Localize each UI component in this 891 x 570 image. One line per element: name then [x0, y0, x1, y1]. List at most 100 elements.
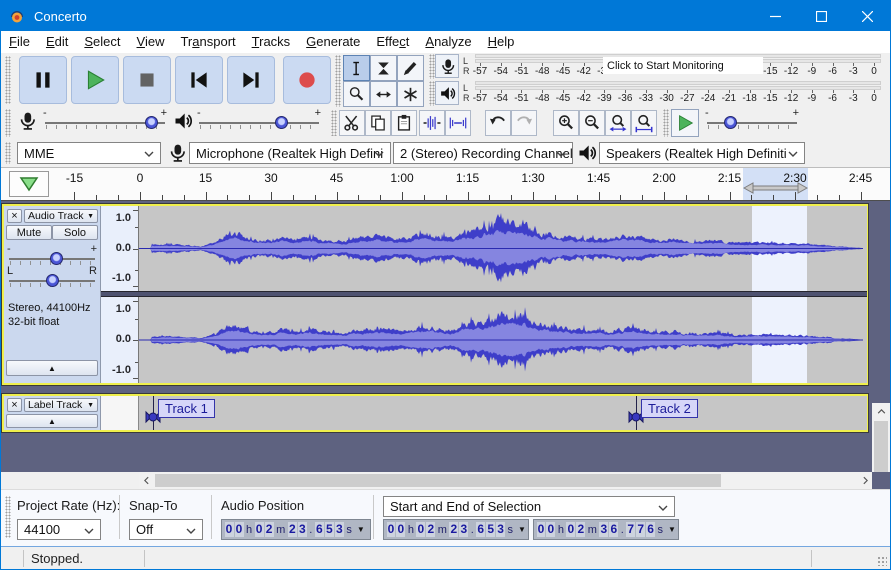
close-track-button[interactable]: ×	[7, 209, 22, 223]
time-separator[interactable]: m	[276, 524, 285, 536]
record-channels-select[interactable]: 2 (Stereo) Recording Channels	[393, 142, 573, 164]
mute-button[interactable]: Mute	[6, 225, 52, 240]
project-rate-select[interactable]: 44100	[17, 519, 101, 540]
record-meter[interactable]: L R -57-54-51-48-45-42-39-36-33-30-27-24…	[435, 53, 887, 79]
gain-slider[interactable]: - +	[7, 243, 97, 268]
time-digit[interactable]: 6	[314, 522, 324, 537]
track-label[interactable]: Track 2	[641, 399, 698, 418]
resize-grip[interactable]	[877, 556, 887, 566]
time-digit[interactable]: 0	[416, 522, 426, 537]
edit-grip[interactable]	[331, 110, 337, 136]
time-digit[interactable]: 0	[546, 522, 556, 537]
undo-button[interactable]	[485, 110, 511, 136]
slider-thumb[interactable]	[274, 116, 288, 129]
envelope-tool-button[interactable]	[370, 55, 397, 81]
time-separator[interactable]: h	[246, 524, 252, 536]
scroll-left-button[interactable]	[139, 472, 153, 489]
menu-item-generate[interactable]: Generate	[298, 31, 368, 53]
solo-button[interactable]: Solo	[52, 225, 98, 240]
slider-track[interactable]	[199, 122, 319, 124]
close-track-button[interactable]: ×	[7, 398, 22, 412]
silence-audio-button[interactable]	[445, 110, 471, 136]
record-volume-slider[interactable]: - +	[43, 107, 167, 132]
slider-track[interactable]	[707, 122, 797, 124]
menu-item-effect[interactable]: Effect	[368, 31, 417, 53]
selection-tool-button[interactable]	[343, 55, 370, 81]
timeline-ruler[interactable]: -15 0 15 30 45 1:00 1:15 1:30 1:45 2:00 2:15 2:30 2:…	[1, 167, 890, 201]
horizontal-scrollbar[interactable]	[139, 472, 872, 489]
monitor-prompt[interactable]: Click to Start Monitoring	[603, 57, 763, 74]
track-label[interactable]: Track 1	[158, 399, 215, 418]
selection-mode-select[interactable]: Start and End of Selection	[383, 496, 675, 517]
fit-selection-button[interactable]	[605, 110, 631, 136]
time-separator[interactable]: m	[438, 524, 447, 536]
time-digit[interactable]: 0	[566, 522, 576, 537]
slider-thumb[interactable]	[46, 274, 59, 287]
fit-project-button[interactable]	[631, 110, 657, 136]
time-separator[interactable]: s	[508, 524, 514, 536]
time-separator[interactable]: .	[471, 524, 474, 536]
copy-button[interactable]	[365, 110, 391, 136]
time-digit[interactable]: 2	[264, 522, 274, 537]
time-digit[interactable]: 3	[459, 522, 469, 537]
time-shift-tool-button[interactable]	[370, 81, 397, 107]
pause-button[interactable]	[19, 56, 67, 104]
time-digit[interactable]: 3	[297, 522, 307, 537]
zoom-out-button[interactable]	[579, 110, 605, 136]
time-digit[interactable]: 7	[626, 522, 636, 537]
scroll-right-button[interactable]	[858, 472, 872, 489]
mixer-grip[interactable]	[5, 109, 11, 137]
time-separator[interactable]: h	[408, 524, 414, 536]
time-digit[interactable]: 6	[476, 522, 486, 537]
time-separator[interactable]: m	[588, 524, 597, 536]
close-button[interactable]	[844, 1, 890, 31]
cut-button[interactable]	[339, 110, 365, 136]
playback-meter[interactable]: L R -57 -54 -51 -48 -45 -42 -39 -36 -33 -30 -27 -24…	[435, 80, 887, 106]
minimize-button[interactable]	[752, 1, 798, 31]
time-digit[interactable]: 2	[449, 522, 459, 537]
menu-item-edit[interactable]: Edit	[38, 31, 76, 53]
snap-to-select[interactable]: Off	[129, 519, 203, 540]
field-dropdown-icon[interactable]: ▼	[668, 525, 676, 534]
selection-drag-handles-icon[interactable]	[743, 181, 808, 195]
menu-item-analyze[interactable]: Analyze	[417, 31, 479, 53]
zoom-tool-button[interactable]	[343, 81, 370, 107]
time-digit[interactable]: 2	[576, 522, 586, 537]
selection-toolbar-grip[interactable]	[5, 496, 11, 538]
time-digit[interactable]: 6	[646, 522, 656, 537]
output-device-select[interactable]: Speakers (Realtek High Definiti	[599, 142, 805, 164]
play-speed-slider[interactable]: - +	[705, 107, 799, 132]
time-separator[interactable]: s	[346, 524, 352, 536]
tools-grip[interactable]	[335, 55, 341, 107]
maximize-button[interactable]	[798, 1, 844, 31]
multi-tool-button[interactable]	[397, 81, 424, 107]
draw-tool-button[interactable]	[397, 55, 424, 81]
timeline-options-button[interactable]	[9, 171, 49, 197]
vertical-ruler-ch2[interactable]: 1.0 0.0 -1.0	[101, 297, 139, 383]
vertical-ruler-ch1[interactable]: 1.0 0.0 -1.0	[101, 206, 139, 291]
field-dropdown-icon[interactable]: ▼	[357, 525, 365, 534]
redo-button[interactable]	[511, 110, 537, 136]
time-separator[interactable]: .	[309, 524, 312, 536]
field-dropdown-icon[interactable]: ▼	[518, 525, 526, 534]
audio-position-field[interactable]: 0 0 h 0 2 m 2 3. 6 5 3 s ▼	[221, 519, 371, 540]
time-separator[interactable]: s	[658, 524, 664, 536]
input-device-select[interactable]: Microphone (Realtek High Defini	[189, 142, 391, 164]
waveform-channel-left[interactable]	[139, 206, 867, 291]
skip-to-end-button[interactable]	[227, 56, 275, 104]
time-digit[interactable]: 3	[496, 522, 506, 537]
menu-item-transport[interactable]: Transport	[172, 31, 243, 53]
zoom-in-button[interactable]	[553, 110, 579, 136]
slider-thumb[interactable]	[723, 116, 737, 129]
menu-item-view[interactable]: View	[129, 31, 173, 53]
device-grip[interactable]	[5, 142, 11, 164]
time-digit[interactable]: 0	[396, 522, 406, 537]
time-separator[interactable]: h	[558, 524, 564, 536]
time-digit[interactable]: 2	[287, 522, 297, 537]
transport-grip[interactable]	[5, 56, 11, 104]
playback-meter-button[interactable]	[435, 81, 459, 105]
skip-to-start-button[interactable]	[175, 56, 223, 104]
time-separator[interactable]: .	[621, 524, 624, 536]
scroll-up-button[interactable]	[872, 403, 890, 419]
menu-item-tracks[interactable]: Tracks	[244, 31, 299, 53]
